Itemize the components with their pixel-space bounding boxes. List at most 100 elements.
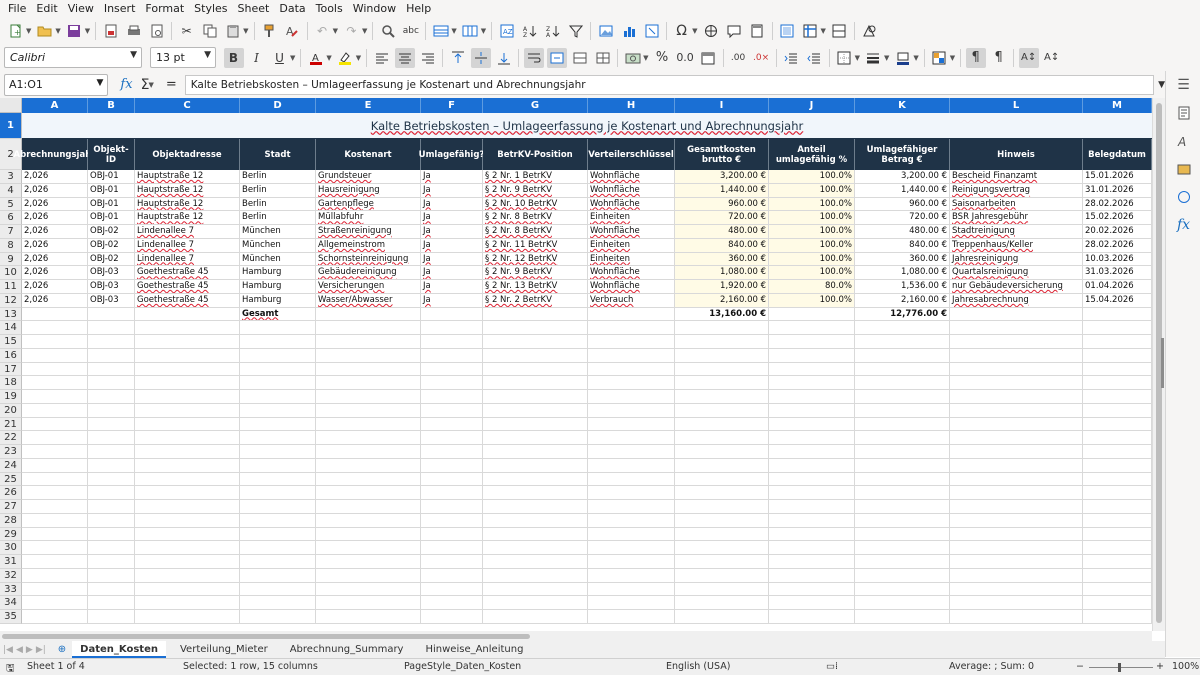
table-cell[interactable] xyxy=(588,335,675,349)
table-cell[interactable] xyxy=(855,362,950,377)
zoom-level[interactable]: 100% xyxy=(1172,661,1199,672)
row-header[interactable]: 17 xyxy=(0,362,22,377)
table-cell[interactable] xyxy=(316,582,421,597)
table-cell[interactable] xyxy=(950,486,1083,500)
table-cell[interactable] xyxy=(950,610,1083,624)
table-cell[interactable]: Ja xyxy=(421,252,483,267)
find-replace-icon[interactable] xyxy=(378,21,398,41)
table-cell[interactable] xyxy=(1083,403,1152,418)
open-folder-icon[interactable] xyxy=(35,21,55,41)
table-cell[interactable] xyxy=(855,582,950,597)
table-cell[interactable]: 100.0% xyxy=(769,266,855,280)
table-cell[interactable]: 2,026 xyxy=(22,280,88,294)
table-cell[interactable] xyxy=(22,527,88,542)
table-cell[interactable] xyxy=(1083,431,1152,445)
table-cell[interactable]: 2,026 xyxy=(22,183,88,198)
table-cell[interactable] xyxy=(483,541,588,555)
table-cell[interactable]: 31.01.2026 xyxy=(1083,183,1152,198)
table-cell[interactable] xyxy=(240,527,316,542)
table-cell[interactable] xyxy=(950,500,1083,514)
table-cell[interactable] xyxy=(769,403,855,418)
table-cell[interactable]: Goethestraße 45 xyxy=(135,293,240,308)
table-cell[interactable] xyxy=(855,348,950,363)
table-cell[interactable] xyxy=(88,390,135,404)
table-cell[interactable] xyxy=(88,582,135,597)
table-cell[interactable] xyxy=(22,582,88,597)
table-cell[interactable] xyxy=(675,541,769,555)
table-cell[interactable] xyxy=(769,582,855,597)
table-cell[interactable]: 2,026 xyxy=(22,197,88,212)
chevron-down-icon[interactable]: ▼ xyxy=(130,50,137,60)
table-cell[interactable] xyxy=(483,431,588,445)
font-color-icon[interactable]: A xyxy=(306,48,326,68)
pivot-table-icon[interactable] xyxy=(642,21,662,41)
table-cell[interactable] xyxy=(675,486,769,500)
column-title[interactable]: Hinweis xyxy=(950,139,1083,170)
table-cell[interactable] xyxy=(588,472,675,487)
tab-verteilung-mieter[interactable]: Verteilung_Mieter xyxy=(172,641,276,658)
table-cell[interactable] xyxy=(135,348,240,363)
table-cell[interactable] xyxy=(88,348,135,363)
table-cell[interactable] xyxy=(950,335,1083,349)
table-cell[interactable] xyxy=(588,458,675,473)
paste-icon[interactable] xyxy=(223,21,243,41)
table-cell[interactable] xyxy=(240,500,316,514)
table-cell[interactable] xyxy=(675,335,769,349)
page-style[interactable]: PageStyle_Daten_Kosten xyxy=(404,661,521,672)
table-cell[interactable]: OBJ-03 xyxy=(88,280,135,294)
table-cell[interactable]: § 2 Nr. 2 BetrKV xyxy=(483,293,588,308)
table-cell[interactable] xyxy=(88,568,135,583)
text-direction-ltr-icon[interactable]: ¶ xyxy=(965,47,986,68)
table-cell[interactable]: Berlin xyxy=(240,211,316,225)
table-cell[interactable] xyxy=(1083,417,1152,432)
table-cell[interactable] xyxy=(421,321,483,335)
copy-icon[interactable] xyxy=(200,21,220,41)
table-cell[interactable] xyxy=(135,582,240,597)
row-header[interactable]: 7 xyxy=(0,225,22,239)
table-cell[interactable] xyxy=(22,431,88,445)
table-cell[interactable] xyxy=(240,403,316,418)
row-header[interactable]: 16 xyxy=(0,348,22,363)
table-cell[interactable] xyxy=(421,376,483,390)
table-cell[interactable] xyxy=(588,431,675,445)
table-cell[interactable] xyxy=(675,500,769,514)
table-cell[interactable] xyxy=(588,348,675,363)
table-cell[interactable]: Schornsteinreinigung xyxy=(316,252,421,267)
align-middle-icon[interactable] xyxy=(470,47,491,68)
table-cell[interactable] xyxy=(88,541,135,555)
table-cell[interactable] xyxy=(421,500,483,514)
table-cell[interactable] xyxy=(855,445,950,459)
row-header[interactable]: 23 xyxy=(0,445,22,459)
align-center-icon[interactable] xyxy=(394,47,415,68)
align-top-icon[interactable] xyxy=(448,48,468,68)
row-header[interactable]: 12 xyxy=(0,293,22,308)
table-cell[interactable]: Berlin xyxy=(240,170,316,184)
text-direction-rtl-icon[interactable]: ¶ xyxy=(989,48,1009,68)
print-icon[interactable] xyxy=(124,21,144,41)
table-cell[interactable] xyxy=(240,321,316,335)
table-cell[interactable] xyxy=(588,541,675,555)
table-cell[interactable]: Quartalsreinigung xyxy=(950,266,1083,280)
export-pdf-icon[interactable] xyxy=(101,21,121,41)
table-cell[interactable] xyxy=(588,486,675,500)
table-cell[interactable] xyxy=(588,417,675,432)
table-cell[interactable] xyxy=(675,321,769,335)
table-cell[interactable] xyxy=(483,472,588,487)
table-cell[interactable]: 15.04.2026 xyxy=(1083,293,1152,308)
table-cell[interactable] xyxy=(421,348,483,363)
table-cell[interactable] xyxy=(950,362,1083,377)
table-cell[interactable] xyxy=(1083,500,1152,514)
table-cell[interactable]: Wasser/Abwasser xyxy=(316,293,421,308)
undo-icon[interactable]: ↶ xyxy=(312,21,332,41)
sort-ascending-icon[interactable]: AZ xyxy=(520,21,540,41)
row-header[interactable]: 6 xyxy=(0,211,22,225)
table-cell[interactable] xyxy=(950,458,1083,473)
table-cell[interactable]: 28.02.2026 xyxy=(1083,238,1152,253)
table-cell[interactable] xyxy=(588,390,675,404)
table-cell[interactable] xyxy=(855,500,950,514)
column-title[interactable]: Gesamtkosten brutto € xyxy=(675,139,769,170)
menu-tools[interactable]: Tools xyxy=(311,0,348,17)
table-cell[interactable] xyxy=(675,458,769,473)
table-cell[interactable]: Jahresreinigung xyxy=(950,252,1083,267)
table-cell[interactable]: Hausreinigung xyxy=(316,183,421,198)
